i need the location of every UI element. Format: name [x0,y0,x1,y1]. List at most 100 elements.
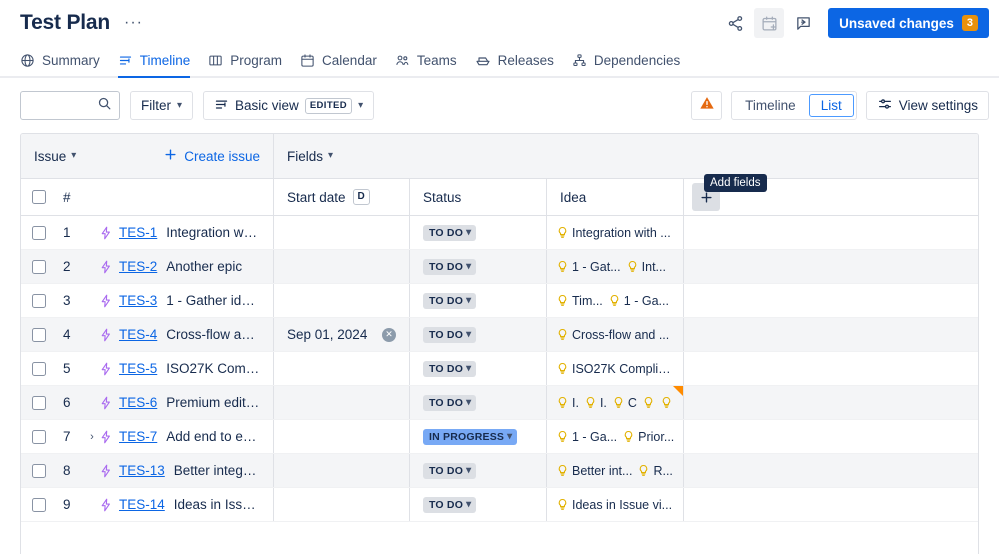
cell-start-date[interactable] [274,250,410,283]
status-badge[interactable]: TO DO▾ [423,293,476,309]
row-checkbox[interactable] [32,260,46,274]
cell-status[interactable]: TO DO▾ [410,488,547,521]
idea-chip[interactable]: 1 - Ga... [608,294,669,308]
warning-button[interactable] [691,91,722,120]
idea-chip[interactable]: Int... [626,260,666,274]
cell-status[interactable]: TO DO▾ [410,454,547,487]
share-button[interactable] [720,8,750,38]
tab-summary[interactable]: Summary [20,53,109,76]
idea-chip[interactable]: C [612,396,637,410]
idea-chip[interactable]: 1 - Gat... [556,260,621,274]
idea-chip[interactable]: ISO27K Complia... [556,362,674,376]
table-row[interactable]: 2TES-2Another epicTO DO▾1 - Gat...Int... [21,250,978,284]
status-badge[interactable]: TO DO▾ [423,327,476,343]
row-checkbox[interactable] [32,396,46,410]
table-row[interactable]: 5TES-5ISO27K Complianc...TO DO▾ISO27K Co… [21,352,978,386]
table-row[interactable]: 9TES-14Ideas in Issue vie...TO DO▾Ideas … [21,488,978,522]
idea-chip[interactable] [642,396,655,409]
row-checkbox[interactable] [32,464,46,478]
idea-chip[interactable]: I. [556,396,579,410]
filter-button[interactable]: Filter ▾ [130,91,193,120]
unsaved-changes-button[interactable]: Unsaved changes 3 [828,8,989,38]
issue-group-dropdown[interactable]: Issue ▾ [34,149,76,164]
cell-start-date[interactable] [274,284,410,317]
table-row[interactable]: 6TES-6Premium edition devTO DO▾I.I.C [21,386,978,420]
issue-key-link[interactable]: TES-5 [119,361,157,376]
status-badge[interactable]: TO DO▾ [423,463,476,479]
clear-date-icon[interactable]: ✕ [382,328,396,342]
cell-idea[interactable]: 1 - Gat... Int... [547,250,684,283]
idea-chip[interactable] [660,396,673,409]
idea-chip[interactable]: Integration with ... [556,226,671,240]
cell-start-date[interactable] [274,352,410,385]
status-badge[interactable]: TO DO▾ [423,361,476,377]
table-row[interactable]: 7›TES-7Add end to end de...IN PROGRESS▾1… [21,420,978,454]
issue-key-link[interactable]: TES-2 [119,259,157,274]
table-row[interactable]: 8TES-13Better integration ...TO DO▾Bette… [21,454,978,488]
tab-dependencies[interactable]: Dependencies [563,53,689,76]
cell-idea[interactable]: Ideas in Issue vi... [547,488,684,521]
idea-chip[interactable]: Tim... [556,294,603,308]
row-checkbox[interactable] [32,294,46,308]
column-status[interactable]: Status [410,179,547,215]
tab-program[interactable]: Program [199,53,291,76]
search-box[interactable] [20,91,120,120]
column-start-date[interactable]: Start date D [274,179,410,215]
fields-group-dropdown[interactable]: Fields ▾ [287,149,333,164]
status-badge[interactable]: TO DO▾ [423,395,476,411]
table-row[interactable]: 3TES-31 - Gather ideas an...TO DO▾Tim...… [21,284,978,318]
status-badge[interactable]: IN PROGRESS▾ [423,429,517,445]
cell-start-date[interactable]: Sep 01, 2024✕ [274,318,410,351]
issue-key-link[interactable]: TES-3 [119,293,157,308]
issue-key-link[interactable]: TES-6 [119,395,157,410]
cell-start-date[interactable] [274,216,410,249]
cell-idea[interactable]: 1 - Ga... Prior... [547,420,684,453]
row-checkbox[interactable] [32,328,46,342]
row-expand-button[interactable]: › [85,431,99,443]
column-idea[interactable]: Idea [547,179,684,215]
calendar-add-button[interactable] [754,8,784,38]
cell-idea[interactable]: ISO27K Complia... [547,352,684,385]
cell-start-date[interactable] [274,420,410,453]
table-row[interactable]: 4TES-4Cross-flow and onb...Sep 01, 2024✕… [21,318,978,352]
row-checkbox[interactable] [32,498,46,512]
select-all-checkbox[interactable] [32,190,46,204]
issue-key-link[interactable]: TES-1 [119,225,157,240]
page-more-actions-button[interactable]: ··· [120,16,147,30]
tab-teams[interactable]: Teams [386,53,466,76]
cell-status[interactable]: TO DO▾ [410,318,547,351]
row-checkbox[interactable] [32,430,46,444]
idea-chip[interactable]: Ideas in Issue vi... [556,498,672,512]
search-input[interactable] [28,97,97,114]
idea-chip[interactable]: Prior... [622,430,674,444]
create-issue-button[interactable]: Create issue [163,147,260,165]
cell-status[interactable]: TO DO▾ [410,250,547,283]
cell-idea[interactable]: Better int... R... [547,454,684,487]
issue-key-link[interactable]: TES-4 [119,327,157,342]
tab-timeline[interactable]: Timeline [109,53,200,76]
cell-start-date[interactable] [274,454,410,487]
issue-key-link[interactable]: TES-13 [119,463,165,478]
row-checkbox[interactable] [32,226,46,240]
row-checkbox[interactable] [32,362,46,376]
idea-chip[interactable]: 1 - Ga... [556,430,617,444]
cell-status[interactable]: TO DO▾ [410,352,547,385]
cell-idea[interactable]: Tim... 1 - Ga... [547,284,684,317]
view-mode-list[interactable]: List [809,94,854,117]
cell-idea[interactable]: Cross-flow and ... [547,318,684,351]
feedback-button[interactable] [788,8,818,38]
view-settings-button[interactable]: View settings [866,91,989,120]
idea-chip[interactable]: Better int... [556,464,632,478]
idea-chip[interactable]: I. [584,396,607,410]
cell-start-date[interactable] [274,488,410,521]
cell-status[interactable]: TO DO▾ [410,284,547,317]
tab-releases[interactable]: Releases [466,52,563,76]
cell-idea[interactable]: Integration with ... [547,216,684,249]
cell-status[interactable]: TO DO▾ [410,386,547,419]
status-badge[interactable]: TO DO▾ [423,225,476,241]
cell-status[interactable]: IN PROGRESS▾ [410,420,547,453]
view-selector-button[interactable]: Basic view EDITED ▾ [203,91,374,120]
idea-chip[interactable]: R... [637,464,672,478]
issue-key-link[interactable]: TES-14 [119,497,165,512]
status-badge[interactable]: TO DO▾ [423,259,476,275]
